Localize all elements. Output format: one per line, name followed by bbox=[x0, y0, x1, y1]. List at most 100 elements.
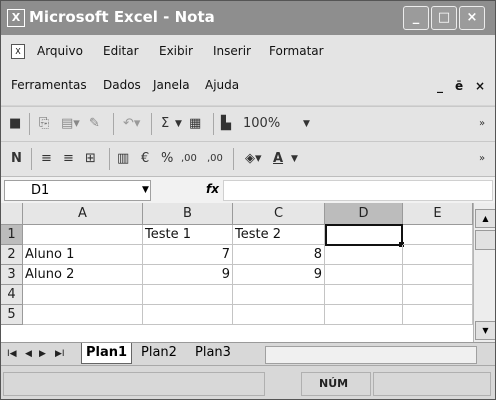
sheet-tab-plan1[interactable]: Plan1 bbox=[81, 343, 133, 364]
sheet-tab-plan2[interactable]: Plan2 bbox=[141, 343, 177, 363]
table-format-icon[interactable]: ▥ bbox=[117, 150, 129, 168]
first-sheet-icon[interactable]: I◀ bbox=[7, 348, 17, 360]
toolbar-options-icon[interactable]: » bbox=[479, 115, 485, 133]
prev-sheet-icon[interactable]: ◀ bbox=[25, 348, 32, 360]
align-center-icon[interactable]: ≡ bbox=[63, 150, 74, 168]
menu-inserir[interactable]: Inserir bbox=[213, 44, 251, 58]
cell-d2[interactable] bbox=[325, 245, 403, 265]
row-header[interactable]: 1 bbox=[1, 225, 23, 245]
select-all-corner[interactable] bbox=[1, 203, 23, 225]
cell-e5[interactable] bbox=[403, 305, 473, 325]
cell-c4[interactable] bbox=[233, 285, 325, 305]
increase-decimals-button[interactable]: ,00 bbox=[181, 150, 197, 168]
maximize-button[interactable]: □ bbox=[431, 6, 457, 30]
cell-b5[interactable] bbox=[143, 305, 233, 325]
bold-button[interactable]: N bbox=[11, 150, 22, 168]
cell-a2[interactable]: Aluno 1 bbox=[23, 245, 143, 265]
cell-e3[interactable] bbox=[403, 265, 473, 285]
status-panel bbox=[373, 372, 491, 396]
cell-c3[interactable]: 9 bbox=[233, 265, 325, 285]
scroll-down-icon[interactable]: ▼ bbox=[475, 321, 495, 340]
paste-icon[interactable]: ▤▾ bbox=[61, 115, 80, 133]
fill-color-icon[interactable]: ◈▾ bbox=[245, 150, 262, 168]
formula-input[interactable] bbox=[223, 180, 493, 201]
toolbar-divider bbox=[233, 148, 234, 170]
cell-b3[interactable]: 9 bbox=[143, 265, 233, 285]
menu-ferramentas[interactable]: Ferramentas bbox=[11, 78, 87, 92]
cell-c5[interactable] bbox=[233, 305, 325, 325]
decrease-decimals-button[interactable]: ,00 bbox=[207, 150, 223, 168]
column-header[interactable]: D bbox=[325, 203, 403, 225]
toolbar-divider bbox=[213, 113, 214, 135]
cell-d4[interactable] bbox=[325, 285, 403, 305]
spreadsheet-grid: A B C D E 1 2 3 4 5 Teste 1 Teste 2 Alun… bbox=[1, 203, 473, 342]
align-left-icon[interactable]: ≡ bbox=[41, 150, 52, 168]
format-painter-icon[interactable]: ✎ bbox=[89, 115, 100, 133]
cell-b1[interactable]: Teste 1 bbox=[143, 225, 233, 245]
cell-e1[interactable] bbox=[403, 225, 473, 245]
fx-icon[interactable]: fx bbox=[206, 182, 219, 196]
copy-icon[interactable]: ⎘ bbox=[39, 115, 49, 133]
percent-button[interactable]: % bbox=[161, 150, 173, 168]
chevron-down-icon[interactable]: ▼ bbox=[142, 181, 149, 200]
menu-editar[interactable]: Editar bbox=[103, 44, 139, 58]
autosum-dropdown-icon[interactable]: ▼ bbox=[175, 115, 182, 133]
font-color-dropdown-icon[interactable]: ▼ bbox=[291, 150, 298, 168]
font-color-icon[interactable]: A bbox=[273, 150, 283, 168]
close-button[interactable]: × bbox=[459, 6, 485, 30]
title-bar[interactable]: X Microsoft Excel - Nota _ □ × bbox=[1, 1, 495, 35]
autosum-icon[interactable]: Σ bbox=[161, 115, 169, 133]
doc-restore-button[interactable]: ē bbox=[455, 79, 463, 93]
cell-b4[interactable] bbox=[143, 285, 233, 305]
sheet-tab-plan3[interactable]: Plan3 bbox=[195, 343, 235, 363]
column-header[interactable]: C bbox=[233, 203, 325, 225]
cell-d1[interactable] bbox=[325, 224, 403, 246]
row-header[interactable]: 2 bbox=[1, 245, 23, 265]
menu-arquivo[interactable]: Arquivo bbox=[37, 44, 83, 58]
menu-janela[interactable]: Janela bbox=[153, 78, 190, 92]
menu-exibir[interactable]: Exibir bbox=[159, 44, 193, 58]
next-sheet-icon[interactable]: ▶ bbox=[39, 348, 46, 360]
excel-icon[interactable]: X bbox=[7, 9, 25, 27]
save-icon[interactable]: ■ bbox=[9, 115, 21, 133]
merge-center-icon[interactable]: ⊞ bbox=[85, 150, 96, 168]
cell-e2[interactable] bbox=[403, 245, 473, 265]
horizontal-scrollbar[interactable] bbox=[265, 346, 477, 364]
doc-close-button[interactable]: × bbox=[475, 79, 485, 93]
cell-c1[interactable]: Teste 2 bbox=[233, 225, 325, 245]
scroll-up-icon[interactable]: ▲ bbox=[475, 209, 495, 228]
zoom-box[interactable]: 100% bbox=[243, 115, 280, 133]
row-header[interactable]: 5 bbox=[1, 305, 23, 325]
chart-wizard-icon[interactable]: ▦ bbox=[189, 115, 201, 133]
row-header[interactable]: 4 bbox=[1, 285, 23, 305]
cell-a3[interactable]: Aluno 2 bbox=[23, 265, 143, 285]
scroll-thumb[interactable] bbox=[475, 230, 495, 250]
toolbar-options-icon[interactable]: » bbox=[479, 150, 485, 168]
menu-ajuda[interactable]: Ajuda bbox=[205, 78, 239, 92]
undo-icon[interactable]: ↶▾ bbox=[123, 115, 140, 133]
cell-a5[interactable] bbox=[23, 305, 143, 325]
doc-minimize-button[interactable]: _ bbox=[437, 79, 443, 93]
menu-dados[interactable]: Dados bbox=[103, 78, 141, 92]
row-header[interactable]: 3 bbox=[1, 265, 23, 285]
cell-a4[interactable] bbox=[23, 285, 143, 305]
cell-a1[interactable] bbox=[23, 225, 143, 245]
zoom-dropdown-icon[interactable]: ▼ bbox=[303, 115, 310, 133]
cell-e4[interactable] bbox=[403, 285, 473, 305]
name-box[interactable]: D1 ▼ bbox=[4, 180, 151, 201]
column-header[interactable]: A bbox=[23, 203, 143, 225]
workbook-icon[interactable]: X bbox=[11, 44, 25, 59]
column-header[interactable]: E bbox=[403, 203, 473, 225]
cell-b2[interactable]: 7 bbox=[143, 245, 233, 265]
column-header[interactable]: B bbox=[143, 203, 233, 225]
currency-button[interactable]: € bbox=[141, 150, 149, 168]
cell-d3[interactable] bbox=[325, 265, 403, 285]
cell-d5[interactable] bbox=[325, 305, 403, 325]
drawing-icon[interactable]: ▙ bbox=[221, 115, 231, 133]
vertical-scrollbar[interactable]: ▲ ▼ bbox=[473, 203, 495, 342]
last-sheet-icon[interactable]: ▶I bbox=[55, 348, 65, 360]
cell-c2[interactable]: 8 bbox=[233, 245, 325, 265]
toolbar-divider bbox=[113, 113, 114, 135]
minimize-button[interactable]: _ bbox=[403, 6, 429, 30]
menu-formatar[interactable]: Formatar bbox=[269, 44, 324, 58]
